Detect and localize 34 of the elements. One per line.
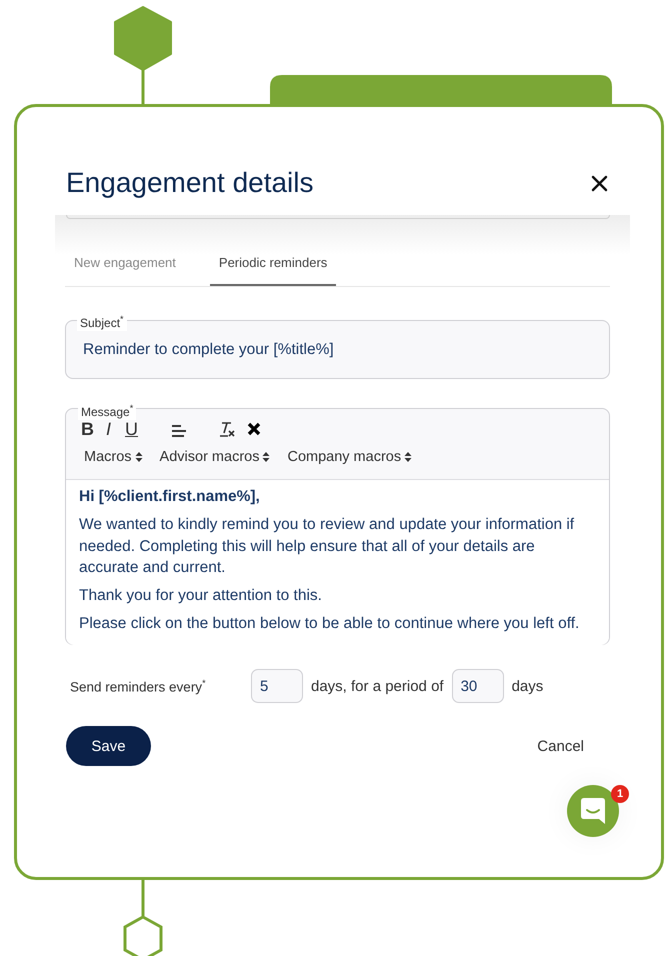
hexagon-drawing: [124, 915, 162, 956]
macro-dropdown[interactable]: Company macros: [284, 449, 412, 465]
tab[interactable]: Periodic reminders: [210, 239, 336, 286]
interval-field[interactable]: 5: [251, 669, 303, 703]
clear-format-button[interactable]: [218, 420, 236, 438]
dialog-title: Engagement details: [66, 166, 314, 200]
remove-button[interactable]: [246, 421, 262, 437]
paragraph: We wanted to kindly remind you to review and update your information if needed. Completing this will help ensure that all of your details are accurate and current.: [79, 515, 576, 578]
clear-format-icon: [218, 420, 236, 438]
sort-icon: [134, 451, 143, 463]
paragraph: Please click on the button below to be able to continue where you left off.: [79, 614, 580, 634]
cancel-button[interactable]: Cancel: [537, 738, 584, 754]
save-button[interactable]: Save: [66, 726, 151, 766]
paragraph: Thank you for your attention to this.: [79, 586, 323, 606]
greeting-text: Hi [%client.first.name%],: [79, 487, 261, 507]
remove-icon: [246, 421, 262, 437]
sort-icon: [262, 451, 270, 463]
period-field[interactable]: 30: [452, 669, 504, 703]
macro-dropdown[interactable]: Advisor macros: [156, 449, 270, 465]
unit-label: days: [510, 678, 544, 694]
hexagon-drawing: [114, 6, 172, 71]
italic-button[interactable]: I: [106, 418, 112, 440]
chat-button[interactable]: [567, 785, 619, 837]
chat-icon: [580, 797, 606, 825]
sort-icon: [404, 451, 412, 463]
close-icon: [591, 174, 608, 192]
notification-badge: 1: [611, 785, 629, 803]
unit-label: days, for a period of: [310, 678, 445, 694]
macro-dropdown[interactable]: Macros: [81, 449, 143, 465]
close-button[interactable]: [591, 174, 608, 192]
bold-button[interactable]: B: [81, 418, 94, 440]
tab[interactable]: New engagement: [65, 239, 185, 286]
field-label: Send reminders every$^{*}$: [69, 678, 207, 694]
underline-button[interactable]: U: [125, 418, 138, 440]
